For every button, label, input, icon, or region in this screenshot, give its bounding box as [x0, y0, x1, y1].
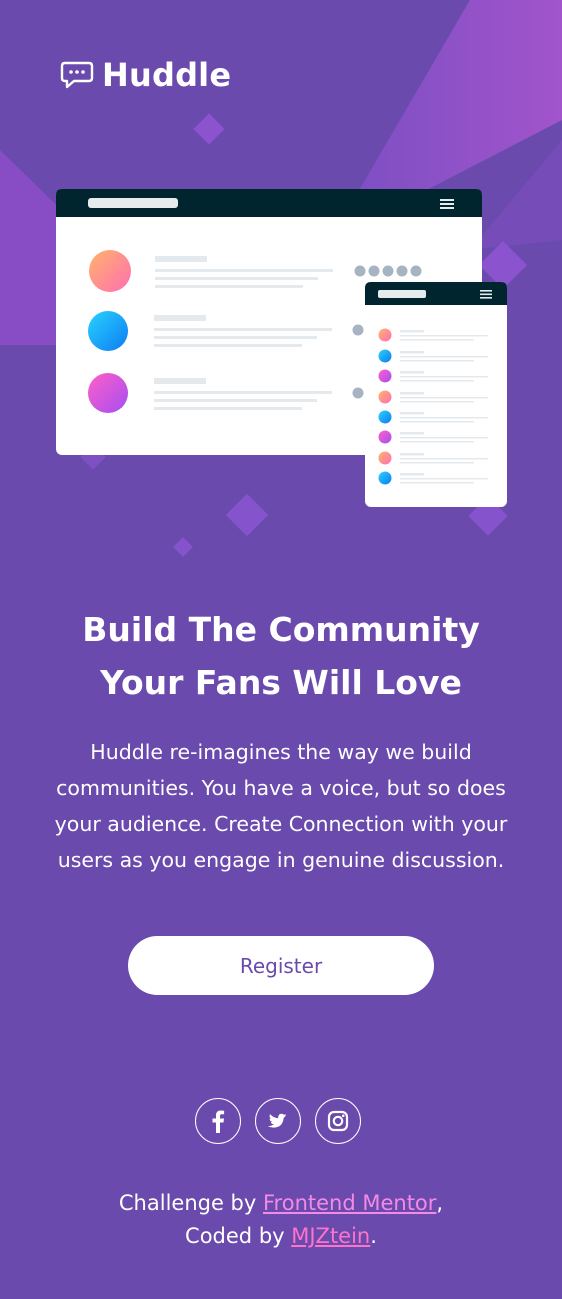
facebook-link[interactable]: [195, 1098, 241, 1144]
hero-heading-line1: Build The Community: [82, 610, 480, 649]
twitter-link[interactable]: [255, 1098, 301, 1144]
hero-heading-line2: Your Fans Will Love: [100, 663, 462, 702]
frontend-mentor-link[interactable]: Frontend Mentor: [263, 1191, 436, 1215]
hero-heading: Build The Community Your Fans Will Love: [40, 603, 522, 709]
instagram-icon: [327, 1110, 349, 1132]
hero-description: Huddle re-imagines the way we build comm…: [54, 740, 508, 872]
facebook-icon: [212, 1110, 225, 1133]
twitter-icon: [267, 1113, 287, 1128]
brand-logo[interactable]: Huddle: [60, 56, 231, 94]
attribution-prefix: Challenge by: [118, 1191, 263, 1215]
attribution-comma: ,: [436, 1191, 444, 1215]
coded-by-prefix: Coded by: [185, 1224, 292, 1248]
hero-illustration: [56, 189, 507, 507]
chat-bubble-icon: [60, 61, 94, 89]
instagram-link[interactable]: [315, 1098, 361, 1144]
attribution: Challenge by Frontend Mentor, Coded by M…: [0, 1187, 562, 1253]
register-button[interactable]: Register: [128, 936, 434, 995]
brand-name: Huddle: [102, 56, 232, 94]
social-links: [195, 1098, 361, 1144]
attribution-period: .: [370, 1224, 377, 1248]
author-link[interactable]: MJZtein: [291, 1224, 370, 1248]
